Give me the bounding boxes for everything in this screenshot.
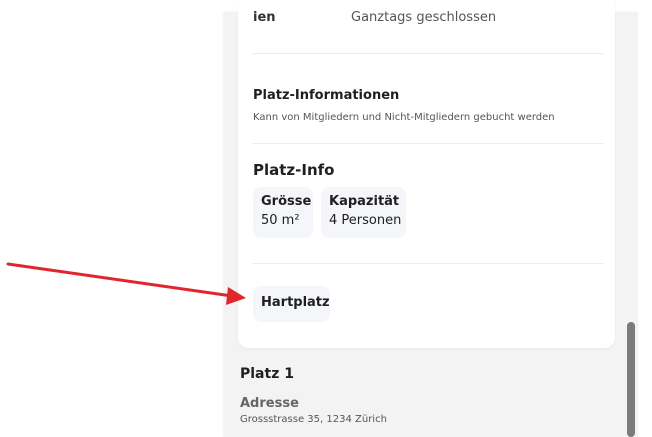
- size-label: Grösse: [261, 194, 312, 209]
- size-tile: Grösse 50 m²: [253, 187, 313, 238]
- capacity-tile: Kapazität 4 Personen: [321, 187, 406, 238]
- capacity-label: Kapazität: [329, 194, 400, 209]
- divider: [253, 263, 603, 264]
- address-label: Adresse: [240, 396, 299, 411]
- platz-informationen-title: Platz-Informationen: [253, 88, 400, 103]
- scrollbar-thumb[interactable]: [627, 322, 635, 437]
- platz-informationen-description: Kann von Mitgliedern und Nicht-Mitgliede…: [253, 112, 555, 123]
- surface-tag-label: Hartplatz: [261, 295, 330, 310]
- capacity-value: 4 Personen: [329, 213, 402, 228]
- platz-title: Platz 1: [240, 366, 294, 382]
- page: ien Ganztags geschlossen Platz-Informati…: [0, 0, 652, 437]
- opening-hours-day: ien: [253, 10, 276, 25]
- opening-hours-row: ien Ganztags geschlossen: [253, 10, 603, 28]
- size-value: 50 m²: [261, 213, 300, 228]
- surface-tag: Hartplatz: [253, 286, 330, 322]
- opening-hours-status: Ganztags geschlossen: [351, 10, 497, 25]
- divider: [253, 143, 603, 144]
- platz-info-title: Platz-Info: [253, 161, 335, 179]
- address-value: Grossstrasse 35, 1234 Zürich: [240, 414, 387, 425]
- divider: [253, 53, 603, 54]
